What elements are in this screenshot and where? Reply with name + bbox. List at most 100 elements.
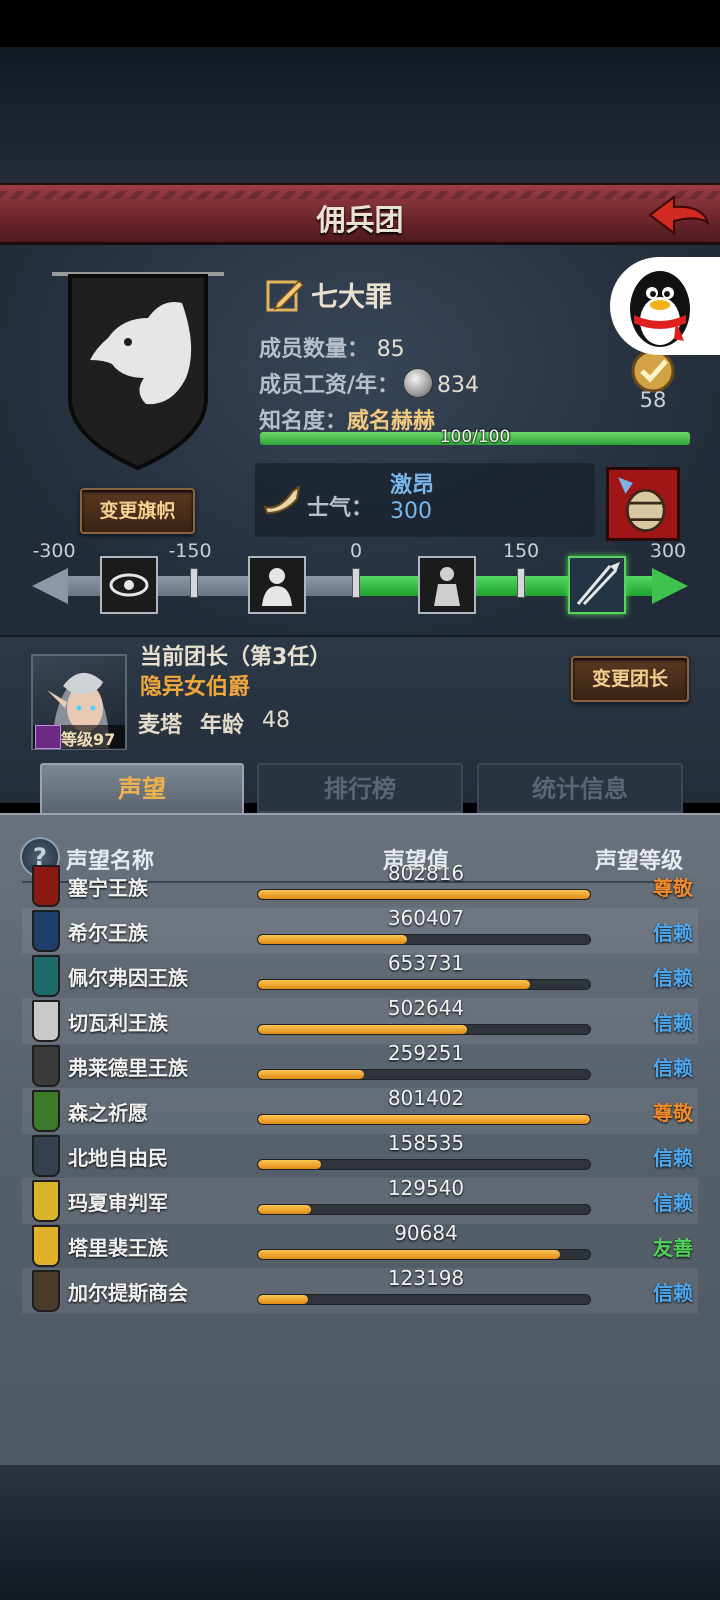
faction-name: 弗莱德里王族 xyxy=(68,1056,188,1080)
reputation-row[interactable]: 切瓦利王族 502644 信赖 xyxy=(22,996,698,1044)
tick-mark xyxy=(352,568,360,598)
despair-icon[interactable] xyxy=(248,556,306,614)
captain-level-badge: 等级97 xyxy=(33,725,125,749)
faction-crest-icon xyxy=(32,1135,60,1177)
top-background xyxy=(0,47,720,183)
reputation-bar-fill xyxy=(258,1160,322,1169)
faction-crest-icon xyxy=(32,1225,60,1267)
header-bar: 佣兵团 xyxy=(0,183,720,245)
reputation-row[interactable]: 玛夏审判军 129540 信赖 xyxy=(22,1176,698,1224)
tick-label: 150 xyxy=(502,540,540,562)
rally-icon[interactable] xyxy=(568,556,626,614)
faction-crest-icon xyxy=(32,1000,60,1042)
reputation-bar-fill xyxy=(258,1115,590,1124)
reputation-value: 158535 xyxy=(387,1131,465,1155)
reputation-level: 信赖 xyxy=(653,966,693,990)
qq-floating-button[interactable] xyxy=(610,257,720,355)
change-leader-button[interactable]: 变更团长 xyxy=(571,656,689,702)
reputation-level: 友善 xyxy=(653,1236,693,1260)
tick-label: 0 xyxy=(349,540,363,562)
reputation-value: 129540 xyxy=(387,1176,465,1200)
reputation-row[interactable]: 弗莱德里王族 259251 信赖 xyxy=(22,1041,698,1089)
reputation-bar-fill xyxy=(258,980,531,989)
captain-title: 隐异女伯爵 xyxy=(140,675,251,700)
wolf-banner-icon xyxy=(52,272,224,471)
wand-icon xyxy=(35,725,61,749)
members-label: 成员数量： xyxy=(259,337,370,362)
reputation-bar xyxy=(257,979,591,990)
faction-name: 塔里裴王族 xyxy=(68,1236,168,1260)
tick-mark xyxy=(190,568,198,598)
faction-name: 加尔提斯商会 xyxy=(68,1281,188,1305)
faction-name: 切瓦利王族 xyxy=(68,1011,168,1035)
track-right-arrow xyxy=(652,568,688,604)
reputation-bar-fill xyxy=(258,1025,468,1034)
age-label: 年龄 xyxy=(200,713,245,738)
faction-name: 佩尔弗因王族 xyxy=(68,966,188,990)
morale-value: 300 xyxy=(390,499,432,524)
change-flag-button[interactable]: 变更旗帜 xyxy=(80,488,195,534)
tab-statistics[interactable]: 统计信息 xyxy=(477,763,683,813)
tab-reputation[interactable]: 声望 xyxy=(40,763,244,813)
reputation-bar xyxy=(257,889,591,900)
qq-penguin-icon xyxy=(630,271,690,347)
reputation-value: 801402 xyxy=(387,1086,465,1110)
track-left-arrow xyxy=(32,568,68,604)
reputation-row[interactable]: 加尔提斯商会 123198 信赖 xyxy=(22,1266,698,1314)
faction-crest-icon xyxy=(32,865,60,907)
guild-name: 七大罪 xyxy=(311,282,392,313)
reputation-value: 360407 xyxy=(387,906,465,930)
bottom-background xyxy=(0,1465,720,1600)
fame-progress-text: 100/100 xyxy=(439,427,511,447)
horn-icon xyxy=(263,484,301,515)
reputation-value: 90684 xyxy=(394,1221,458,1245)
reputation-row[interactable]: 塔里裴王族 90684 友善 xyxy=(22,1221,698,1269)
reputation-bar xyxy=(257,1114,591,1125)
reputation-bar-fill xyxy=(258,1250,561,1259)
tab-ranking[interactable]: 排行榜 xyxy=(257,763,463,813)
faction-name: 希尔王族 xyxy=(68,921,148,945)
reputation-bar-fill xyxy=(258,935,408,944)
reputation-row[interactable]: 佩尔弗因王族 653731 信赖 xyxy=(22,951,698,999)
barrel-icon[interactable] xyxy=(606,467,680,541)
tick-label: -150 xyxy=(168,540,212,562)
faction-crest-icon xyxy=(32,1045,60,1087)
game-screen: 佣兵团 变更旗帜 七大罪 成员数量： 85 成员工资/年： 834 知名度：威名赫… xyxy=(0,0,720,1600)
reputation-bar-fill xyxy=(258,890,590,899)
salary-label: 成员工资/年： xyxy=(259,373,400,398)
reputation-bar xyxy=(257,1249,591,1260)
reputation-value: 653731 xyxy=(387,951,465,975)
faction-name: 北地自由民 xyxy=(68,1146,168,1170)
page-title: 佣兵团 xyxy=(316,203,404,237)
faction-name: 森之祈愿 xyxy=(68,1101,148,1125)
tick-label: -300 xyxy=(32,540,76,562)
reputation-value: 802816 xyxy=(387,861,465,885)
reputation-bar-fill xyxy=(258,1205,312,1214)
reputation-level: 信赖 xyxy=(653,1056,693,1080)
captain-level: 等级97 xyxy=(61,730,116,749)
back-arrow-icon[interactable] xyxy=(646,193,712,237)
reputation-value: 259251 xyxy=(387,1041,465,1065)
faction-crest-icon xyxy=(32,1180,60,1222)
morale-label: 士气： xyxy=(307,496,374,521)
eye-icon[interactable] xyxy=(100,556,158,614)
edit-icon[interactable] xyxy=(265,277,305,313)
reputation-row[interactable]: 北地自由民 158535 信赖 xyxy=(22,1131,698,1179)
reputation-level: 信赖 xyxy=(653,1281,693,1305)
reputation-row[interactable]: 希尔王族 360407 信赖 xyxy=(22,906,698,954)
tick-mark xyxy=(517,568,525,598)
reputation-row[interactable]: 森之祈愿 801402 尊敬 xyxy=(22,1086,698,1134)
faction-crest-icon xyxy=(32,1270,60,1312)
reputation-bar xyxy=(257,934,591,945)
reputation-row[interactable]: 塞宁王族 802816 尊敬 xyxy=(22,861,698,909)
calm-icon[interactable] xyxy=(418,556,476,614)
members-value: 85 xyxy=(376,337,405,362)
coin-icon xyxy=(403,368,434,398)
morale-slider: -300 -150 0 150 300 xyxy=(0,540,720,620)
faction-crest-icon xyxy=(32,1090,60,1132)
reputation-value: 123198 xyxy=(387,1266,465,1290)
medal-count: 58 xyxy=(639,388,667,412)
reputation-bar-fill xyxy=(258,1295,308,1304)
reputation-level: 尊敬 xyxy=(653,1101,693,1125)
reputation-level: 信赖 xyxy=(653,1191,693,1215)
